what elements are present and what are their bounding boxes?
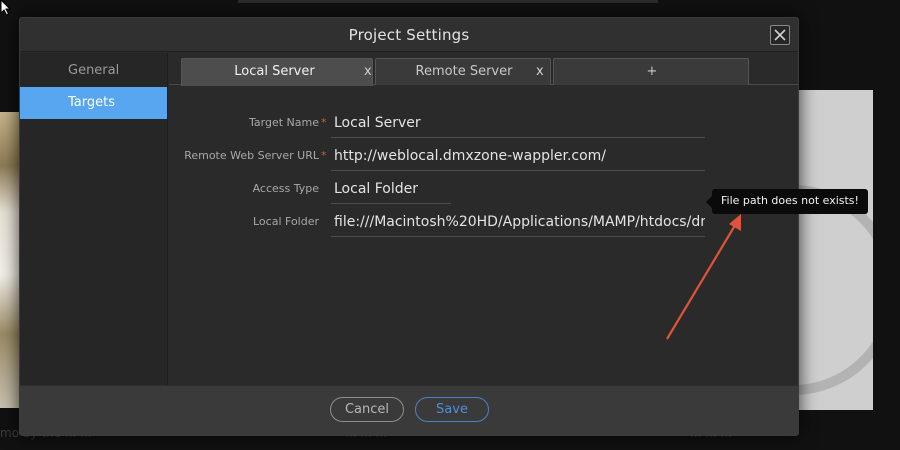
tab-remote-server[interactable]: Remote Server x <box>375 58 551 85</box>
tab-close-icon[interactable]: x <box>364 59 372 85</box>
tab-close-icon[interactable]: x <box>536 59 544 85</box>
background-thumbnail-right <box>798 90 873 410</box>
dialog-title: Project Settings <box>348 26 470 44</box>
tab-local-server[interactable]: Local Server x <box>181 58 373 86</box>
local-folder-input[interactable] <box>331 207 705 237</box>
cancel-button[interactable]: Cancel <box>330 397 404 422</box>
background-thumbnail-left <box>0 112 20 408</box>
remote-url-label: Remote Web Server URL <box>184 149 319 162</box>
required-mark: * <box>321 116 327 129</box>
close-button[interactable] <box>770 25 790 45</box>
close-icon <box>774 29 786 41</box>
targets-panel: Local Server x Remote Server x + Target … <box>169 53 798 385</box>
access-type-label: Access Type <box>252 182 319 195</box>
error-tooltip: File path does not exists! <box>706 189 868 214</box>
settings-sidebar: General Targets <box>20 53 168 385</box>
plus-icon: + <box>646 64 658 79</box>
target-name-input[interactable] <box>331 108 705 138</box>
background-top-bar <box>238 0 658 3</box>
target-tabs: Local Server x Remote Server x + <box>169 53 798 86</box>
sidebar-item-general[interactable]: General <box>20 55 167 87</box>
sidebar-item-targets[interactable]: Targets <box>20 87 167 119</box>
access-type-row: Access Type <box>169 174 798 204</box>
local-folder-label: Local Folder <box>253 215 319 228</box>
required-mark: * <box>321 149 327 162</box>
dialog-header: Project Settings <box>20 18 798 52</box>
tab-label: Remote Server <box>415 64 513 79</box>
project-settings-dialog: Project Settings General Targets Local S… <box>19 17 799 436</box>
target-name-label: Target Name <box>249 116 319 129</box>
mouse-cursor-icon <box>0 0 12 16</box>
local-folder-row: Local Folder <box>169 207 798 237</box>
tab-label: Local Server <box>234 64 315 79</box>
target-name-row: Target Name * <box>169 108 798 138</box>
remote-url-row: Remote Web Server URL * <box>169 141 798 171</box>
save-button[interactable]: Save <box>415 397 489 422</box>
access-type-select[interactable] <box>331 174 451 204</box>
remote-url-input[interactable] <box>331 141 705 171</box>
add-tab-button[interactable]: + <box>553 58 749 85</box>
dialog-footer: Cancel Save <box>20 385 798 435</box>
